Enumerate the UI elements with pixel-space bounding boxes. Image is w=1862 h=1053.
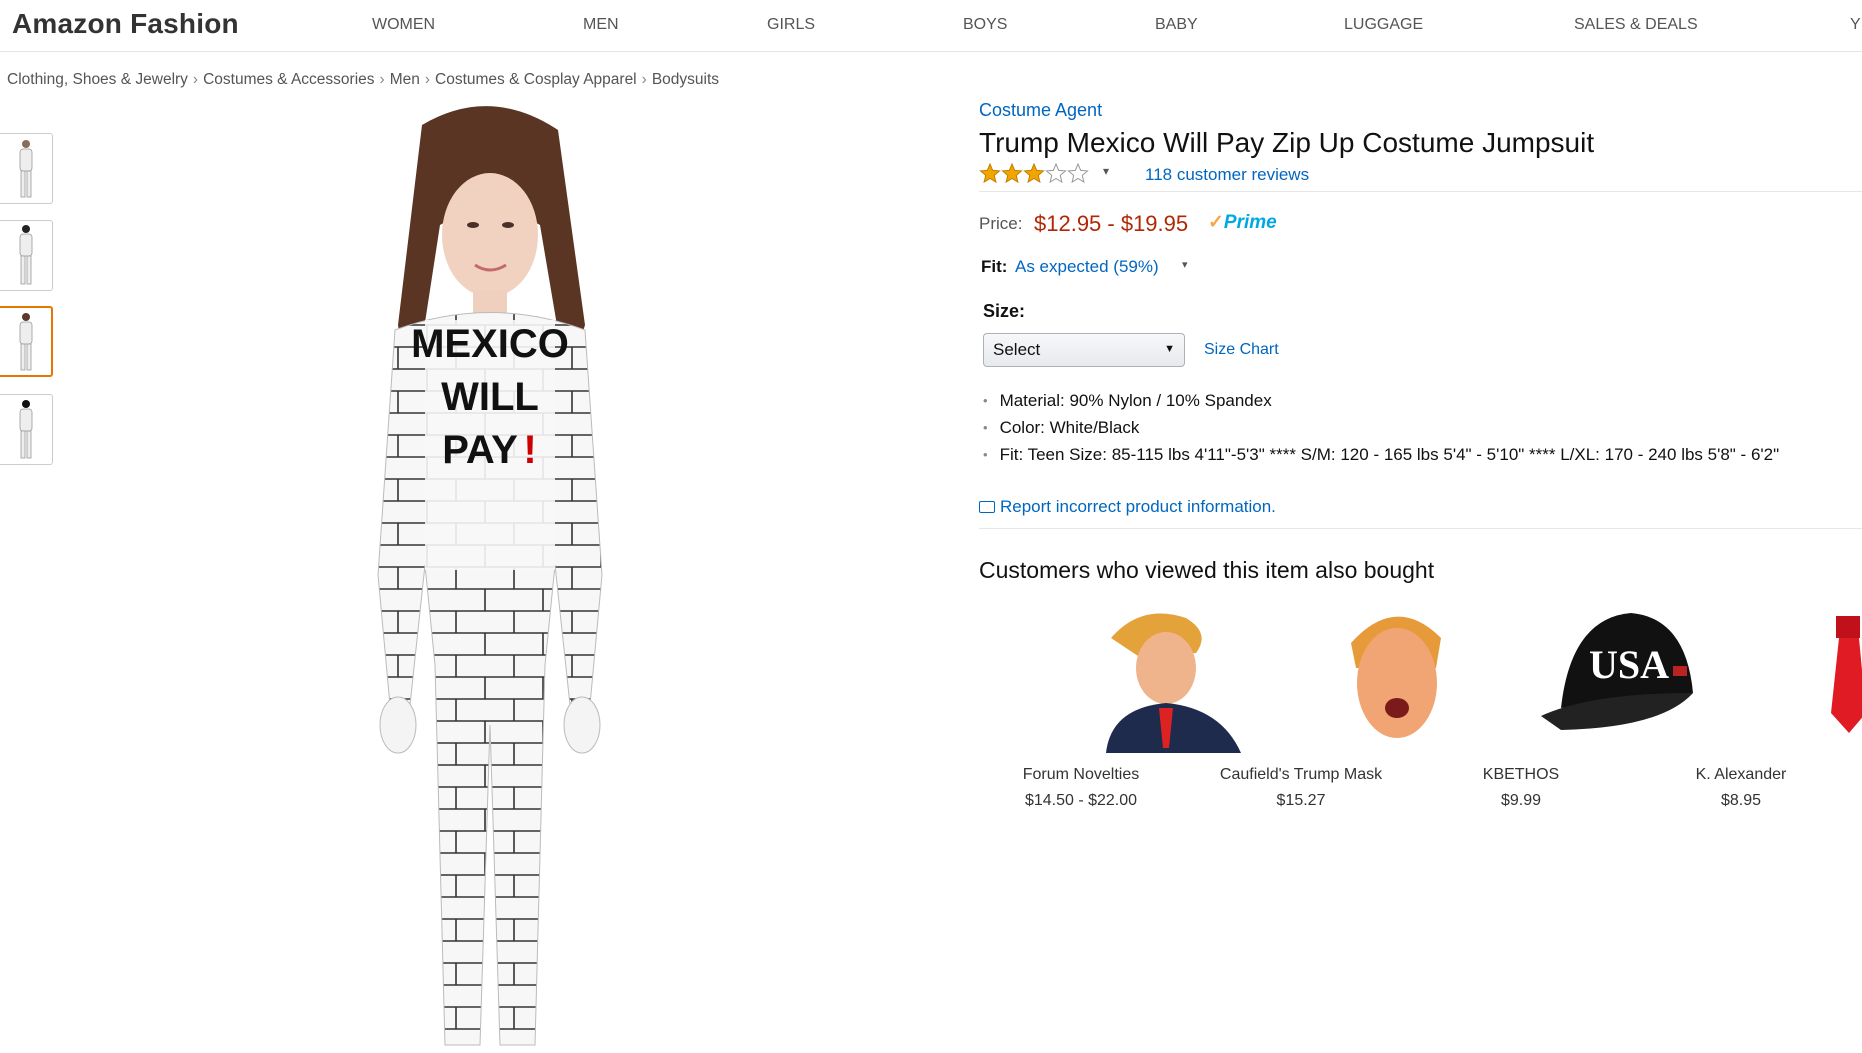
star-rating-icon[interactable] — [979, 163, 1091, 185]
product-title: Trump Mexico Will Pay Zip Up Costume Jum… — [979, 127, 1595, 158]
nav-overflow[interactable]: Y — [1850, 16, 1861, 34]
size-chart-link[interactable]: Size Chart — [1204, 341, 1279, 359]
image-text-exclamation: ! — [523, 428, 536, 472]
thumbnail-2[interactable] — [0, 220, 53, 291]
dropdown-arrow-icon: ▼ — [1164, 343, 1175, 355]
also-bought-item[interactable]: K. Alexander $8.95 — [1646, 598, 1862, 818]
comment-icon — [979, 501, 995, 513]
size-select-value: Select — [993, 340, 1041, 359]
thumbnail-figure-icon — [19, 313, 33, 371]
breadcrumb-costumes-accessories[interactable]: Costumes & Accessories — [203, 71, 374, 88]
breadcrumb-separator: › — [641, 71, 647, 88]
item-price: $14.50 - $22.00 — [1024, 792, 1138, 809]
top-bar: Amazon Fashion WOMEN MEN GIRLS BOYS BABY… — [0, 0, 1862, 52]
breadcrumb: Clothing, Shoes & Jewelry › Costumes & Acc… — [7, 71, 719, 89]
thumbnail-figure-icon — [19, 400, 33, 459]
model-jumpsuit-illustration: MEXICO WILL PAY ! — [377, 106, 603, 1046]
nav-baby[interactable]: BABY — [1155, 16, 1198, 34]
amazon-fashion-logo[interactable]: Amazon Fashion — [12, 8, 239, 40]
brand-link[interactable]: Costume Agent — [979, 100, 1102, 121]
nav-women[interactable]: WOMEN — [372, 16, 435, 34]
divider — [979, 528, 1862, 529]
divider — [979, 191, 1862, 192]
star-filled-icon — [1023, 163, 1045, 184]
also-bought-item[interactable]: USA KBETHOS $9.99 — [1426, 598, 1693, 818]
nav-luggage[interactable]: LUGGAGE — [1344, 16, 1423, 34]
thumbnail-figure-icon — [19, 140, 33, 198]
nav-boys[interactable]: BOYS — [963, 16, 1007, 34]
bullet-material: Material: 90% Nylon / 10% Spandex — [983, 391, 1779, 418]
breadcrumb-separator: › — [424, 71, 431, 88]
prime-badge: ✓Prime — [1208, 212, 1277, 233]
feature-bullets: Material: 90% Nylon / 10% Spandex Color:… — [983, 391, 1780, 472]
thumbnail-figure-icon — [19, 225, 33, 285]
thumbnail-4[interactable] — [0, 394, 53, 465]
star-filled-icon — [1001, 163, 1023, 184]
image-text-mexico: MEXICO — [411, 322, 569, 366]
price-label: Price: — [979, 214, 1023, 233]
breadcrumb-cosplay-apparel[interactable]: Costumes & Cosplay Apparel — [435, 71, 637, 88]
star-empty-icon — [1067, 163, 1089, 184]
item-name[interactable]: Caufield's Trump Mask — [1206, 766, 1396, 784]
breadcrumb-men[interactable]: Men — [390, 71, 420, 88]
image-text-will: WILL — [441, 375, 539, 419]
image-text-pay: PAY — [442, 428, 518, 472]
breadcrumb-separator: › — [192, 71, 199, 88]
nav-men[interactable]: MEN — [583, 16, 619, 34]
breadcrumb-clothing[interactable]: Clothing, Shoes & Jewelry — [7, 71, 188, 88]
price-value: $12.95 - $19.95 — [1034, 211, 1189, 236]
nav-girls[interactable]: GIRLS — [767, 16, 815, 34]
item-price: $9.99 — [1500, 792, 1542, 809]
size-select-dropdown[interactable]: Select ▼ — [983, 333, 1185, 367]
item-name[interactable]: Forum Novelties — [986, 766, 1176, 784]
thumbnail-3-selected[interactable] — [0, 306, 53, 377]
breadcrumb-separator: › — [379, 71, 385, 88]
main-product-image[interactable]: MEXICO WILL PAY ! — [340, 105, 640, 1048]
fit-caret-icon[interactable]: ▾ — [1182, 258, 1188, 271]
bullet-color: Color: White/Black — [983, 418, 1779, 445]
size-label: Size: — [983, 301, 1026, 321]
thumbnail-1[interactable] — [0, 133, 53, 204]
star-filled-icon — [979, 163, 1001, 184]
nav-sales-deals[interactable]: SALES & DEALS — [1574, 16, 1698, 34]
also-bought-item[interactable]: Caufield's Trump Mask $15.27 — [1206, 598, 1441, 818]
item-name[interactable]: K. Alexander — [1646, 766, 1836, 784]
customer-reviews-link[interactable]: 118 customer reviews — [1145, 165, 1309, 185]
fit-label: Fit: — [981, 257, 1008, 276]
also-bought-heading: Customers who viewed this item also boug… — [979, 557, 1435, 583]
bullet-fit: Fit: Teen Size: 85-115 lbs 4'11"-5'3" **… — [983, 445, 1780, 472]
breadcrumb-bodysuits[interactable]: Bodysuits — [652, 71, 719, 88]
item-price: $15.27 — [1276, 792, 1326, 809]
fit-value-link[interactable]: As expected (59%) — [1015, 257, 1159, 277]
item-price: $8.95 — [1720, 792, 1762, 809]
star-empty-icon — [1045, 163, 1067, 184]
item-name[interactable]: KBETHOS — [1426, 766, 1616, 784]
prime-check-icon: ✓ — [1208, 212, 1224, 233]
product-thumbnail-red-tie — [1831, 616, 1862, 733]
rating-caret-icon[interactable]: ▾ — [1103, 164, 1109, 178]
also-bought-item[interactable]: Forum Novelties $14.50 - $22.00 — [986, 598, 1241, 818]
report-incorrect-info-link[interactable]: Report incorrect product information. — [979, 497, 1276, 517]
